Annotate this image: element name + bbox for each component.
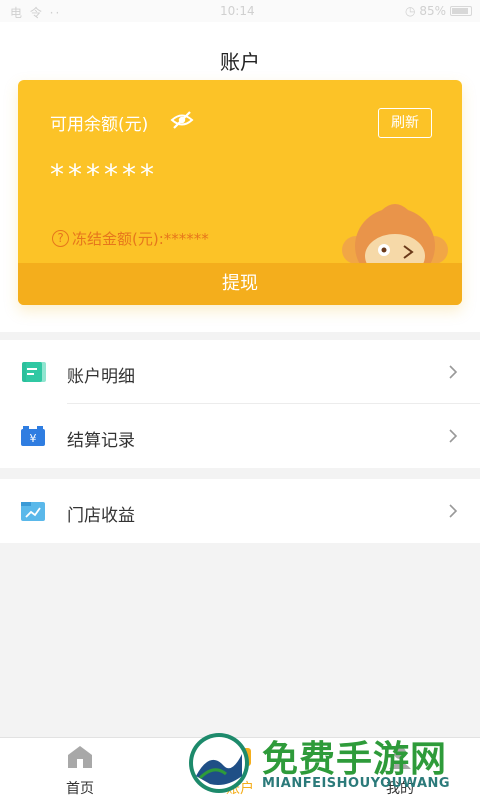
available-balance-value: ****** <box>50 158 158 191</box>
tab-profile[interactable]: 我的 <box>320 738 480 800</box>
chart-folder-icon <box>21 502 45 521</box>
menu-label: 结算记录 <box>67 431 135 451</box>
battery-icon <box>450 6 472 16</box>
tab-home[interactable]: 首页 <box>0 738 160 800</box>
question-icon[interactable]: ? <box>52 230 69 247</box>
eye-hidden-icon[interactable] <box>170 110 194 130</box>
tab-label: 账户 <box>226 781 254 797</box>
tab-label: 我的 <box>386 781 414 797</box>
profile-icon <box>389 747 411 769</box>
page-title: 账户 <box>220 50 260 74</box>
yen-wallet-icon: ¥ <box>21 426 45 446</box>
frozen-amount-row: ? 冻结金额(元):****** <box>52 228 209 249</box>
menu-label: 账户明细 <box>67 367 135 387</box>
account-icon <box>229 748 251 766</box>
menu-label: 门店收益 <box>67 506 135 526</box>
chevron-right-icon <box>449 365 458 379</box>
svg-text:¥: ¥ <box>30 432 37 445</box>
menu-item-settlement-records[interactable]: ¥ 结算记录 <box>0 404 480 468</box>
status-battery-text: ◷ 85% <box>405 4 446 18</box>
home-icon <box>68 746 92 768</box>
balance-card: 可用余额(元) 刷新 ****** ? 冻结金额(元):****** 提现 <box>18 80 462 305</box>
withdraw-button[interactable]: 提现 <box>18 263 462 305</box>
status-time: 10:14 <box>220 4 255 18</box>
ledger-icon <box>22 362 46 382</box>
tab-label: 首页 <box>66 781 94 797</box>
frozen-amount-label: 冻结金额(元):****** <box>72 230 209 248</box>
menu-group-store: 门店收益 <box>0 479 480 543</box>
chevron-right-icon <box>449 504 458 518</box>
account-header: 账户 可用余额(元) 刷新 ****** ? 冻结金额(元):****** 提现 <box>0 22 480 332</box>
chevron-right-icon <box>449 429 458 443</box>
menu-item-account-details[interactable]: 账户明细 <box>0 340 480 404</box>
available-balance-label: 可用余额(元) <box>50 115 149 135</box>
menu-item-store-revenue[interactable]: 门店收益 <box>0 479 480 543</box>
bottom-tab-bar: 首页 账户 我的 <box>0 737 480 800</box>
tab-account[interactable]: 账户 <box>160 738 320 800</box>
refresh-button[interactable]: 刷新 <box>378 108 432 138</box>
menu-group-account: 账户明细 ¥ 结算记录 <box>0 340 480 468</box>
monkey-mascot-icon <box>342 204 448 268</box>
status-signal: 电 令 ·· <box>10 6 62 20</box>
status-bar: 电 令 ·· 10:14 ◷ 85% <box>0 0 480 22</box>
